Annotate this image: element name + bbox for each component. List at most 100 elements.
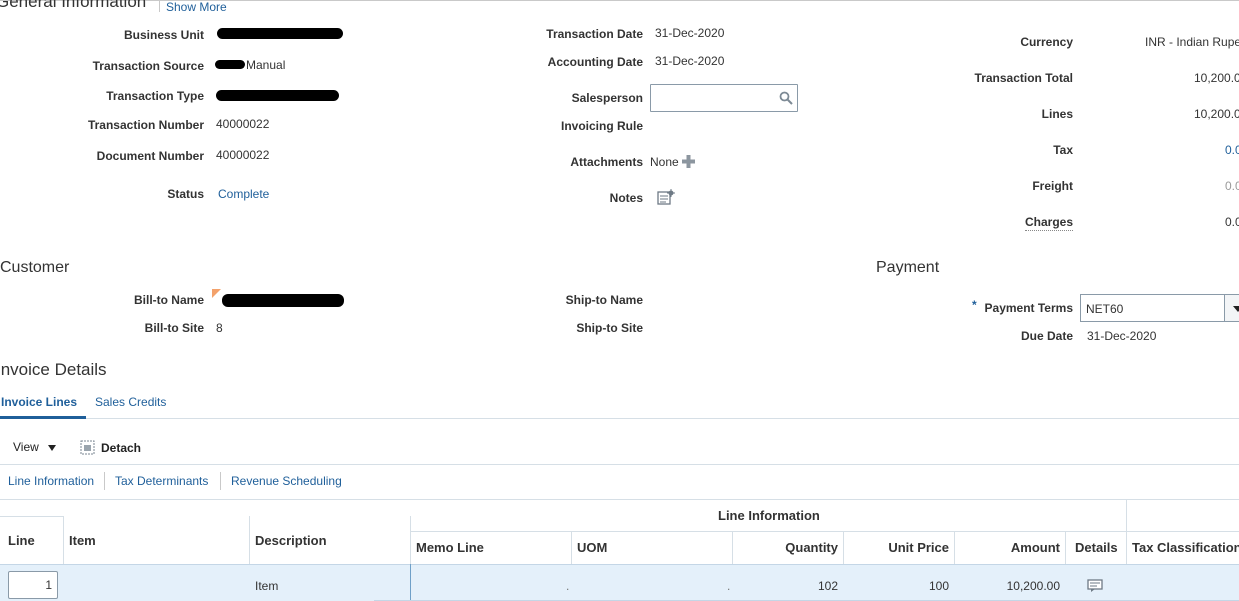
transaction-date-label: Transaction Date [546, 27, 643, 41]
charges-label[interactable]: Charges [1025, 215, 1073, 231]
tab-bar-divider [0, 418, 1239, 419]
ship-to-name-label: Ship-to Name [565, 293, 643, 307]
column-header-description[interactable]: Description [255, 533, 327, 548]
due-date-label: Due Date [1020, 329, 1073, 343]
invoicing-rule-label: Invoicing Rule [560, 119, 643, 133]
tax-label: Tax [1053, 143, 1073, 157]
chevron-down-icon [48, 444, 57, 451]
bill-to-site-label: Bill-to Site [144, 321, 204, 335]
section-title-general: General Information [0, 0, 147, 11]
column-header-quantity[interactable]: Quantity [738, 540, 838, 555]
subtab-line-information[interactable]: Line Information [8, 474, 94, 488]
required-marker: * [972, 298, 977, 312]
header-top-border [0, 516, 63, 517]
notes-icon[interactable] [657, 189, 675, 209]
column-header-item[interactable]: Item [69, 533, 96, 548]
transaction-number-label: Transaction Number [87, 118, 204, 132]
salesperson-field[interactable] [650, 84, 798, 112]
due-date-value: 31-Dec-2020 [1087, 329, 1157, 343]
transaction-source-redacted [215, 60, 245, 69]
line-number-input[interactable] [8, 571, 58, 599]
column-divider [954, 531, 955, 564]
notes-label: Notes [609, 191, 643, 205]
freight-value: 0.0 [1225, 179, 1239, 193]
column-divider [249, 516, 250, 564]
transaction-number-value: 40000022 [216, 117, 270, 131]
view-menu-label: View [13, 440, 39, 454]
transaction-source-value: Manual [246, 58, 286, 72]
add-icon[interactable] [681, 154, 696, 172]
payment-terms-select[interactable]: NET60 [1080, 294, 1239, 322]
view-menu-button[interactable]: View [13, 440, 57, 454]
show-more-link[interactable]: Show More [166, 0, 227, 14]
subtab-revenue-scheduling[interactable]: Revenue Scheduling [231, 474, 342, 488]
group-header-line-information: Line Information [718, 508, 820, 523]
transaction-type-label: Transaction Type [106, 89, 204, 103]
detach-button[interactable]: Detach [101, 441, 141, 455]
payment-terms-label: Payment Terms [984, 301, 1073, 315]
column-divider [732, 531, 733, 564]
active-tab-indicator [0, 416, 86, 419]
column-divider [1126, 500, 1127, 564]
accounting-date-value: 31-Dec-2020 [655, 54, 725, 68]
subtab-divider [0, 499, 1239, 500]
column-header-details[interactable]: Details [1075, 540, 1118, 555]
column-header-unit-price[interactable]: Unit Price [849, 540, 949, 555]
column-header-tax-classification[interactable]: Tax Classification [1132, 540, 1239, 555]
subtab-separator [104, 472, 105, 490]
tab-invoice-lines[interactable]: Invoice Lines [1, 395, 77, 409]
column-divider [1065, 531, 1066, 564]
section-title-invoice-details: Invoice Details [0, 360, 107, 379]
tax-value-link[interactable]: 0.0 [1225, 143, 1239, 157]
transaction-date-value: 31-Dec-2020 [655, 26, 725, 40]
column-header-uom[interactable]: UOM [577, 540, 607, 555]
section-title-customer: Customer [0, 259, 70, 276]
column-divider [63, 516, 64, 564]
lines-total-value: 10,200.0 [1194, 107, 1239, 121]
chevron-down-icon [1233, 306, 1239, 312]
tab-sales-credits[interactable]: Sales Credits [95, 395, 166, 409]
row-quantity: 102 [817, 579, 838, 593]
group-header-divider [410, 531, 1239, 532]
salesperson-input[interactable] [654, 86, 774, 110]
document-number-label: Document Number [96, 149, 204, 163]
row-amount: 10,200.00 [1006, 579, 1060, 593]
row-divider [410, 564, 411, 601]
subtab-separator [220, 472, 221, 490]
lines-total-label: Lines [1041, 107, 1073, 121]
transaction-source-label: Transaction Source [92, 59, 204, 73]
status-label: Status [167, 187, 204, 201]
status-value-link[interactable]: Complete [218, 187, 269, 201]
detach-icon[interactable] [80, 440, 95, 458]
column-divider [571, 531, 572, 564]
bill-to-site-value: 8 [216, 321, 223, 335]
payment-terms-value: NET60 [1086, 302, 1124, 316]
toolbar-divider [0, 464, 1239, 465]
business-unit-label: Business Unit [123, 28, 204, 42]
section-title-payment: Payment [876, 259, 940, 276]
currency-value: INR - Indian Rupe [1145, 35, 1239, 49]
flag-icon [212, 287, 221, 301]
subtab-tax-determinants[interactable]: Tax Determinants [115, 474, 208, 488]
charges-value: 0.0 [1225, 215, 1239, 229]
column-header-amount[interactable]: Amount [960, 540, 1060, 555]
payment-terms-dropdown-button[interactable] [1224, 294, 1239, 322]
column-header-memo-line[interactable]: Memo Line [416, 540, 484, 555]
search-icon[interactable] [779, 91, 793, 108]
salesperson-label: Salesperson [571, 91, 643, 105]
details-icon[interactable] [1087, 579, 1103, 596]
currency-label: Currency [1020, 35, 1073, 49]
attachments-value: None [650, 155, 679, 169]
row-description: Item [255, 579, 279, 593]
title-separator [159, 0, 160, 12]
row-uom: . [727, 579, 731, 593]
transaction-total-value: 10,200.0 [1194, 71, 1239, 85]
document-number-value: 40000022 [216, 148, 270, 162]
column-header-line[interactable]: Line [8, 533, 35, 548]
bill-to-name-label: Bill-to Name [133, 293, 204, 307]
accounting-date-label: Accounting Date [547, 55, 643, 69]
column-divider [843, 531, 844, 564]
business-unit-value-redacted [217, 28, 343, 39]
attachments-label: Attachments [570, 155, 643, 169]
row-memo-line: . [566, 579, 570, 593]
